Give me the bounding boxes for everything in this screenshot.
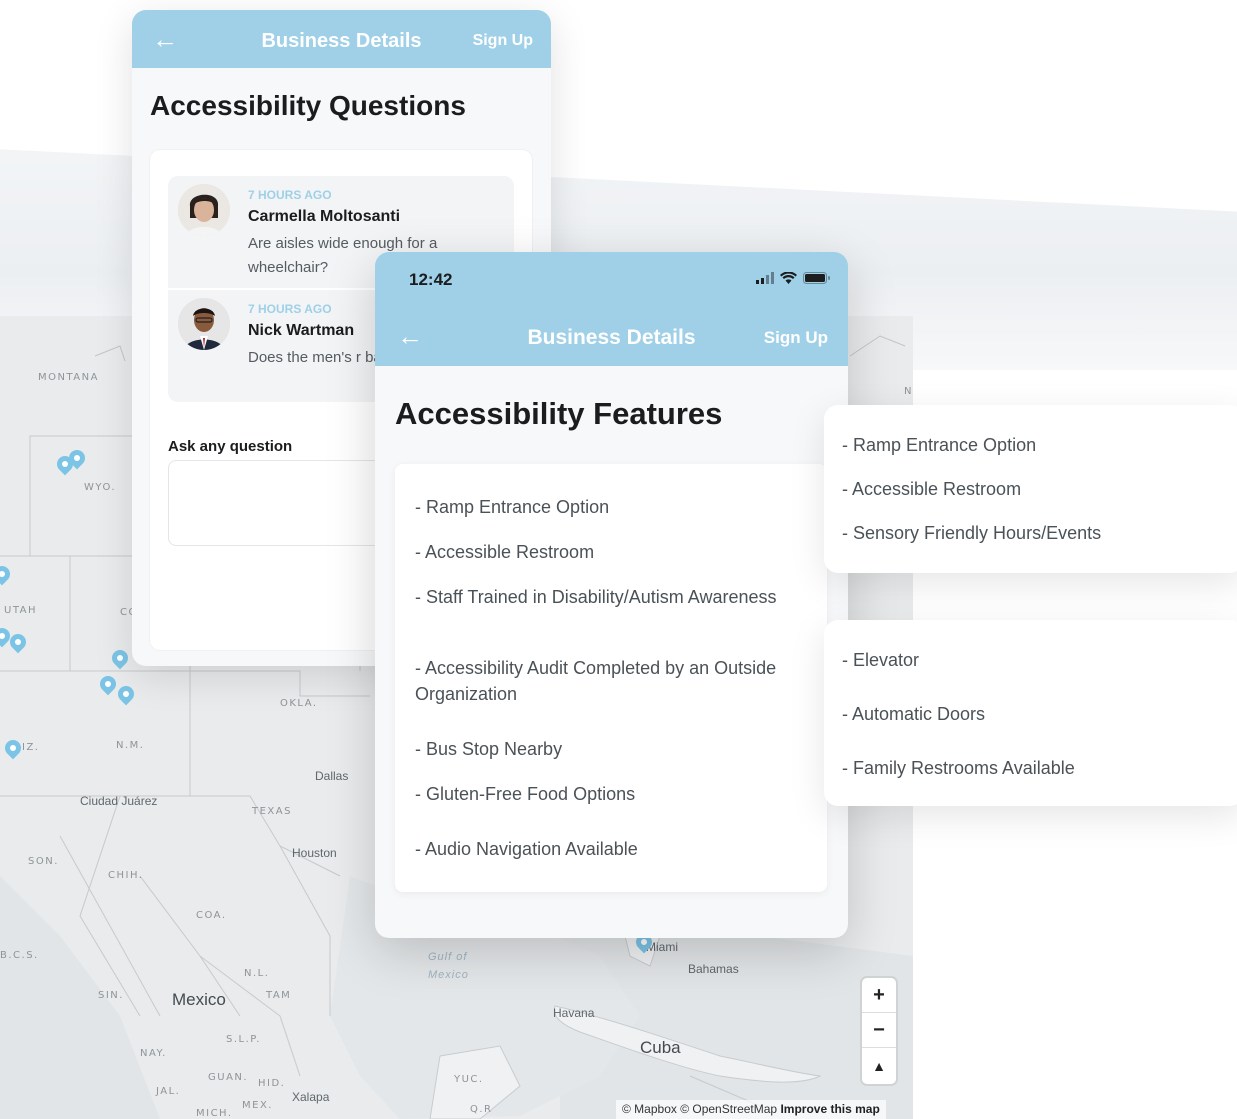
feature-item: - Audio Navigation Available [415, 839, 638, 859]
features-card: 12:42 ← Business Details Sign Up Accessi… [375, 252, 848, 938]
feature-item: - Bus Stop Nearby [415, 739, 563, 759]
features-panel: - Ramp Entrance Option - Accessible Rest… [395, 464, 827, 892]
wifi-icon [780, 272, 797, 284]
map-label-quintana-roo: Q.R [470, 1104, 493, 1115]
map-country-cuba: Cuba [640, 1038, 681, 1057]
feature-item: - Sensory Friendly Hours/Events [842, 523, 1102, 543]
battery-icon [803, 272, 830, 284]
signal-icon [756, 272, 774, 284]
map-label-guanajuato: GUAN. [208, 1072, 249, 1083]
map-label-edge: N [904, 386, 913, 397]
map-label-jalisco: JAL. [156, 1086, 181, 1097]
map-label-new-mexico: N.M. [116, 740, 145, 751]
questions-card-header: ← Business Details Sign Up [132, 10, 551, 68]
map-label-tamaulipas: TAM [266, 990, 292, 1001]
feature-item: - Ramp Entrance Option [842, 435, 1037, 455]
map-label-mexico-state: MEX. [242, 1100, 273, 1111]
attribution-text[interactable]: © Mapbox © OpenStreetMap [622, 1102, 777, 1116]
map-label-sinaloa: SIN. [98, 990, 124, 1001]
feature-item: - Elevator [842, 650, 920, 670]
map-city-ciudad-juarez: Ciudad Juárez [80, 794, 158, 808]
map-label-michoacan: MICH. [196, 1108, 233, 1119]
map-zoom-controls: + − ▲ [862, 978, 896, 1084]
map-label-hidalgo: HID. [258, 1078, 286, 1089]
question-time: 7 HOURS AGO [248, 188, 332, 202]
page-title: Accessibility Features [395, 396, 723, 431]
feature-item: - Gluten-Free Food Options [415, 784, 636, 804]
map-label-utah: UTAH [4, 605, 38, 616]
question-author: Nick Wartman [248, 322, 355, 339]
map-attribution: © Mapbox © OpenStreetMap Improve this ma… [616, 1100, 886, 1119]
map-label-arizona: IZ. [22, 742, 40, 753]
map-label-chihuahua: CHIH. [108, 870, 144, 881]
map-label-slp: S.L.P. [226, 1034, 261, 1045]
feature-item: - Accessible Restroom [415, 542, 595, 562]
zoom-out-button[interactable]: − [862, 1013, 896, 1048]
map-label-montana: MONTANA [38, 372, 99, 383]
ask-question-label: Ask any question [168, 438, 293, 455]
status-bar: 12:42 [375, 252, 848, 306]
map-label-wyoming: WYO. [84, 482, 117, 493]
sign-up-button[interactable]: Sign Up [473, 32, 533, 50]
compass-button[interactable]: ▲ [862, 1048, 896, 1083]
avatar [178, 184, 230, 236]
map-country-mexico: Mexico [172, 990, 226, 1009]
map-city-dallas: Dallas [315, 769, 349, 783]
sign-up-button[interactable]: Sign Up [764, 328, 828, 348]
map-label-texas: TEXAS [252, 806, 292, 817]
feature-item: - Accessible Restroom [842, 479, 1022, 499]
feature-item: - Family Restrooms Available [842, 758, 1075, 778]
avatar [178, 298, 230, 350]
map-label-bcs: B.C.S. [0, 950, 39, 961]
status-icons [756, 272, 830, 284]
map-label-oklahoma: OKLA. [280, 698, 318, 709]
feature-item: - Accessibility Audit Completed by an Ou… [415, 658, 777, 704]
map-city-houston: Houston [292, 846, 337, 860]
map-label-nayarit: NAY. [140, 1048, 167, 1059]
status-time: 12:42 [409, 270, 453, 289]
features-card-header: ← Business Details Sign Up [375, 306, 848, 366]
features-summary-card: - Elevator - Automatic Doors - Family Re… [824, 620, 1237, 806]
map-label-nuevo-leon: N.L. [244, 968, 270, 979]
map-sea-label: Gulf of Mexico [428, 951, 469, 981]
question-time: 7 HOURS AGO [248, 302, 332, 316]
feature-item: - Staff Trained in Disability/Autism Awa… [415, 587, 777, 607]
map-city-xalapa: Xalapa [292, 1090, 330, 1104]
question-author: Carmella Moltosanti [248, 208, 401, 225]
map-label-yucatan: YUC. [454, 1074, 484, 1085]
map-label-sonora: SON. [28, 856, 59, 867]
improve-map-link[interactable]: Improve this map [780, 1102, 879, 1116]
map-city-bahamas: Bahamas [688, 962, 739, 976]
page-title: Accessibility Questions [150, 90, 466, 121]
feature-item: - Ramp Entrance Option [415, 497, 610, 517]
map-label-coahuila: COA. [196, 910, 227, 921]
feature-item: - Automatic Doors [842, 704, 986, 724]
map-city-havana: Havana [553, 1006, 595, 1020]
features-summary-card: - Ramp Entrance Option - Accessible Rest… [824, 405, 1237, 573]
zoom-in-button[interactable]: + [862, 978, 896, 1013]
